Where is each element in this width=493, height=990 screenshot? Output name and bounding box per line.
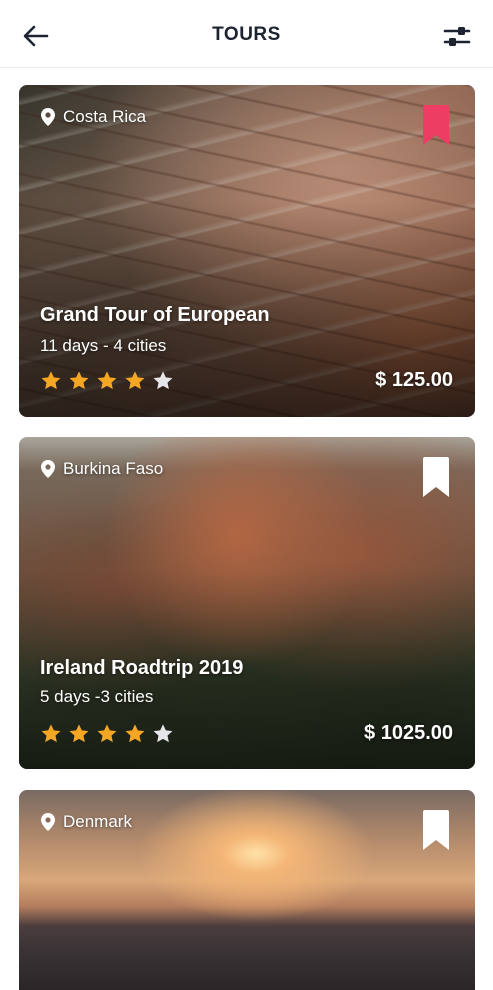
tour-title: Ireland Roadtrip 2019 bbox=[40, 657, 244, 679]
bookmark-icon[interactable] bbox=[423, 457, 449, 497]
tour-image bbox=[19, 85, 475, 417]
location-label: Burkina Faso bbox=[63, 459, 164, 478]
bookmark-icon[interactable] bbox=[423, 810, 449, 850]
tour-duration: 11 days - 4 cities bbox=[40, 336, 167, 355]
tour-image bbox=[19, 437, 475, 769]
filter-button[interactable] bbox=[441, 22, 473, 52]
star-filled-icon bbox=[69, 371, 89, 390]
rating-stars bbox=[40, 723, 174, 745]
page-title: TOURS bbox=[212, 24, 281, 45]
location-label: Costa Rica bbox=[63, 107, 147, 126]
location-pin-icon bbox=[41, 108, 55, 126]
star-empty-icon bbox=[153, 371, 173, 390]
bookmark-icon[interactable] bbox=[423, 105, 449, 145]
star-filled-icon bbox=[41, 371, 61, 390]
tour-location: Costa Rica bbox=[41, 107, 146, 127]
star-filled-icon bbox=[125, 371, 145, 390]
location-pin-icon bbox=[41, 460, 55, 478]
tour-card[interactable]: Costa Rica Grand Tour of European 11 day… bbox=[19, 85, 475, 417]
star-filled-icon bbox=[97, 371, 117, 390]
location-pin-icon bbox=[41, 813, 55, 831]
tour-location: Burkina Faso bbox=[41, 459, 163, 479]
star-filled-icon bbox=[69, 724, 89, 743]
top-app-bar: TOURS bbox=[0, 0, 493, 68]
tour-title: Grand Tour of European bbox=[40, 304, 270, 326]
star-filled-icon bbox=[125, 724, 145, 743]
rating-stars bbox=[40, 370, 174, 392]
star-empty-icon bbox=[153, 724, 173, 743]
location-label: Denmark bbox=[63, 812, 132, 831]
tour-duration: 5 days -3 cities bbox=[40, 687, 154, 706]
star-filled-icon bbox=[97, 724, 117, 743]
star-filled-icon bbox=[41, 724, 61, 743]
tour-price: $ 1025.00 bbox=[364, 722, 453, 744]
tour-price: $ 125.00 bbox=[375, 369, 453, 391]
tour-location: Denmark bbox=[41, 812, 132, 832]
sliders-icon bbox=[443, 27, 471, 46]
tour-card[interactable]: Burkina Faso Ireland Roadtrip 2019 5 day… bbox=[19, 437, 475, 769]
tour-card[interactable]: Denmark bbox=[19, 790, 475, 990]
